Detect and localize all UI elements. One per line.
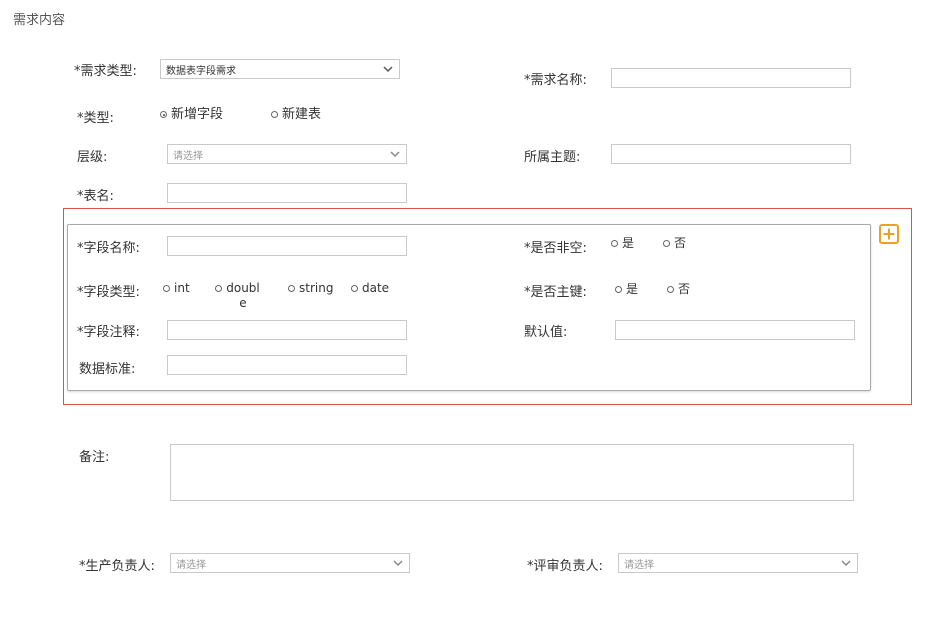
level-select[interactable]: 请选择 — [167, 144, 407, 164]
radio-label: 否 — [678, 282, 691, 296]
remark-label: 备注: — [79, 450, 110, 465]
chevron-down-icon — [841, 560, 851, 567]
data-standard-label: 数据标准: — [79, 362, 136, 377]
not-null-yes-radio[interactable]: 是 — [611, 236, 634, 251]
reviewer-placeholder: 请选择 — [624, 560, 654, 571]
subject-label: 所属主题: — [524, 150, 581, 165]
type-option-label: 新增字段 — [171, 107, 224, 122]
default-value-label: 默认值: — [524, 325, 568, 340]
radio-label: string — [299, 281, 334, 295]
producer-select[interactable]: 请选择 — [170, 553, 410, 573]
radio-unchecked-icon — [615, 286, 622, 293]
primary-key-yes-radio[interactable]: 是 — [615, 282, 638, 297]
radio-label: double — [226, 281, 260, 310]
radio-label: 是 — [622, 236, 635, 250]
add-field-button[interactable] — [879, 224, 899, 244]
not-null-label: *是否非空: — [524, 241, 587, 256]
req-name-input[interactable] — [611, 68, 851, 88]
radio-label: 是 — [626, 282, 639, 296]
table-name-input[interactable] — [167, 183, 407, 203]
data-standard-input[interactable] — [167, 355, 407, 375]
field-name-input[interactable] — [167, 236, 407, 256]
type-radio-new-table[interactable]: 新建表 — [271, 107, 321, 122]
chevron-down-icon — [383, 66, 393, 73]
field-type-double-radio[interactable]: double — [215, 281, 260, 311]
req-type-label: *需求类型: — [74, 64, 137, 79]
subject-input[interactable] — [611, 144, 851, 164]
section-title: 需求内容 — [13, 13, 66, 28]
producer-placeholder: 请选择 — [176, 560, 206, 571]
producer-label: *生产负责人: — [79, 559, 155, 574]
level-placeholder: 请选择 — [173, 151, 203, 162]
primary-key-no-radio[interactable]: 否 — [667, 282, 690, 297]
radio-unchecked-icon — [271, 111, 278, 118]
radio-unchecked-icon — [163, 285, 170, 292]
plus-icon — [883, 228, 895, 240]
chevron-down-icon — [393, 560, 403, 567]
primary-key-label: *是否主键: — [524, 285, 587, 300]
radio-checked-icon — [160, 111, 167, 118]
field-type-date-radio[interactable]: date — [351, 281, 389, 296]
table-name-label: *表名: — [77, 189, 114, 204]
field-type-label: *字段类型: — [77, 285, 140, 300]
not-null-no-radio[interactable]: 否 — [663, 236, 686, 251]
radio-unchecked-icon — [215, 285, 222, 292]
reviewer-select[interactable]: 请选择 — [618, 553, 858, 573]
radio-unchecked-icon — [288, 285, 295, 292]
type-label: *类型: — [77, 111, 114, 126]
radio-label: int — [174, 281, 190, 295]
radio-unchecked-icon — [667, 286, 674, 293]
comment-label: *字段注释: — [77, 325, 140, 340]
field-type-int-radio[interactable]: int — [163, 281, 190, 296]
radio-label: date — [362, 281, 390, 295]
radio-label: 否 — [674, 236, 687, 250]
remark-textarea[interactable] — [170, 444, 854, 501]
radio-unchecked-icon — [611, 240, 618, 247]
type-option-label: 新建表 — [282, 107, 322, 122]
radio-unchecked-icon — [663, 240, 670, 247]
default-value-input[interactable] — [615, 320, 855, 340]
level-label: 层级: — [77, 150, 108, 165]
radio-unchecked-icon — [351, 285, 358, 292]
comment-input[interactable] — [167, 320, 407, 340]
req-name-label: *需求名称: — [524, 73, 587, 88]
type-radio-new-field[interactable]: 新增字段 — [160, 107, 223, 122]
req-type-select[interactable]: 数据表字段需求 — [160, 59, 400, 79]
reviewer-label: *评审负责人: — [527, 559, 603, 574]
chevron-down-icon — [390, 151, 400, 158]
field-type-string-radio[interactable]: string — [288, 281, 333, 296]
field-name-label: *字段名称: — [77, 241, 140, 256]
req-type-value: 数据表字段需求 — [166, 66, 236, 77]
